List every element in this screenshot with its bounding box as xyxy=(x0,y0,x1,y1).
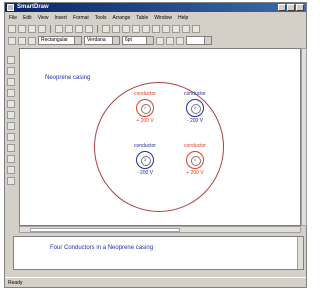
menu-window[interactable]: Window xyxy=(154,15,172,21)
maximize-icon[interactable] xyxy=(287,4,295,11)
title-bar: SmartDraw xyxy=(5,3,306,12)
window-controls xyxy=(278,4,304,11)
conductor-voltage: - 200 V xyxy=(136,170,154,176)
oval-tool-icon[interactable] xyxy=(162,24,170,33)
hand-tool-icon[interactable] xyxy=(7,67,15,75)
conductor-label: conductor xyxy=(184,143,206,149)
left-toolbox xyxy=(5,48,17,238)
vertical-scrollbar[interactable] xyxy=(301,48,307,226)
status-text: Ready xyxy=(8,280,23,286)
curve-tool-icon[interactable] xyxy=(112,24,120,33)
group-tool-icon[interactable] xyxy=(7,89,15,97)
pointer-tool-icon[interactable] xyxy=(7,56,15,64)
menu-view[interactable]: View xyxy=(38,15,49,21)
conductor-voltage: + 200 V xyxy=(136,118,154,124)
chart-tool-icon[interactable] xyxy=(7,166,15,174)
polygon-tool-icon[interactable] xyxy=(152,24,160,33)
text-style-icon[interactable] xyxy=(7,122,15,130)
menu-arrange[interactable]: Arrange xyxy=(112,15,130,21)
status-bar: Ready xyxy=(5,277,306,287)
menu-table[interactable]: Table xyxy=(136,15,148,21)
conductor-ring: 2 xyxy=(186,99,204,117)
line-width-icon[interactable] xyxy=(28,36,36,45)
conductor-ring: 3 xyxy=(136,151,154,169)
conductor-label: conductor xyxy=(134,143,156,149)
style-select[interactable]: Rectangular xyxy=(38,36,82,45)
menu-tools[interactable]: Tools xyxy=(95,15,107,21)
description-panel[interactable]: Four Conductors in a Neoprene casing xyxy=(13,236,304,270)
new-file-icon[interactable] xyxy=(8,24,16,33)
flip-tool-icon[interactable] xyxy=(7,100,15,108)
save-icon[interactable] xyxy=(28,24,36,33)
format-toolbar: Rectangular Verdana 6pt xyxy=(5,35,306,46)
shape-tool-icon[interactable] xyxy=(142,24,150,33)
fill-color-icon[interactable] xyxy=(176,36,184,45)
table-tool-icon[interactable] xyxy=(7,177,15,185)
bold-icon[interactable] xyxy=(156,36,164,45)
conductor-2[interactable]: conductor 2 - 200 V xyxy=(172,91,218,124)
menu-insert[interactable]: Insert xyxy=(54,15,67,21)
app-icon xyxy=(7,4,14,11)
zoom-select[interactable] xyxy=(186,36,212,45)
minimize-icon[interactable] xyxy=(278,4,286,11)
undo-icon[interactable] xyxy=(85,24,93,33)
window-title: SmartDraw xyxy=(17,4,49,10)
description-text: Four Conductors in a Neoprene casing xyxy=(50,245,154,251)
align-tool-icon[interactable] xyxy=(7,111,15,119)
toolbar-separator xyxy=(50,24,51,33)
library-tool-icon[interactable] xyxy=(7,155,15,163)
font-select[interactable]: Verdana xyxy=(84,36,120,45)
conductor-4[interactable]: conductor 4 + 200 V xyxy=(172,143,218,176)
conductor-label: conductor xyxy=(134,91,156,97)
arc-tool-icon[interactable] xyxy=(122,24,130,33)
rectangle-tool-icon[interactable] xyxy=(172,24,180,33)
connector-tool-icon[interactable] xyxy=(132,24,140,33)
rotate-tool-icon[interactable] xyxy=(7,78,15,86)
menu-file[interactable]: File xyxy=(9,15,17,21)
close-icon[interactable] xyxy=(296,4,304,11)
app-window: SmartDraw File Edit View Insert Format T… xyxy=(4,2,307,288)
toolbar-separator xyxy=(97,24,98,33)
menu-bar: File Edit View Insert Format Tools Arran… xyxy=(5,13,306,22)
menu-format[interactable]: Format xyxy=(73,15,89,21)
menu-edit[interactable]: Edit xyxy=(23,15,32,21)
line-tool-icon[interactable] xyxy=(102,24,110,33)
standard-toolbar xyxy=(5,23,306,34)
print-icon[interactable] xyxy=(38,24,46,33)
shadow-tool-icon[interactable] xyxy=(7,144,15,152)
horizontal-scrollbar[interactable] xyxy=(19,226,301,233)
conductor-label: conductor xyxy=(184,91,206,97)
text-tool-icon[interactable] xyxy=(182,24,190,33)
conductor-ring: 4 xyxy=(186,151,204,169)
menu-help[interactable]: Help xyxy=(178,15,188,21)
color-tool-icon[interactable] xyxy=(7,133,15,141)
conductor-1[interactable]: conductor 1 + 200 V xyxy=(122,91,168,124)
zoom-icon[interactable] xyxy=(192,24,200,33)
scrollbar-thumb[interactable] xyxy=(30,228,180,232)
conductor-3[interactable]: conductor 3 - 200 V xyxy=(122,143,168,176)
size-select[interactable]: 6pt xyxy=(122,36,154,45)
paste-icon[interactable] xyxy=(75,24,83,33)
conductor-voltage: - 200 V xyxy=(186,118,204,124)
arrow-right-icon[interactable] xyxy=(18,36,26,45)
conductor-ring: 1 xyxy=(136,99,154,117)
cut-icon[interactable] xyxy=(55,24,63,33)
italic-icon[interactable] xyxy=(166,36,174,45)
copy-icon[interactable] xyxy=(65,24,73,33)
conductor-voltage: + 200 V xyxy=(186,170,204,176)
diagram-title: Neoprene casing xyxy=(45,75,91,81)
drawing-canvas[interactable]: Neoprene casing conductor 1 + 200 V cond… xyxy=(19,48,301,226)
description-scrollbar[interactable] xyxy=(297,237,303,269)
arrow-left-icon[interactable] xyxy=(8,36,16,45)
open-folder-icon[interactable] xyxy=(18,24,26,33)
